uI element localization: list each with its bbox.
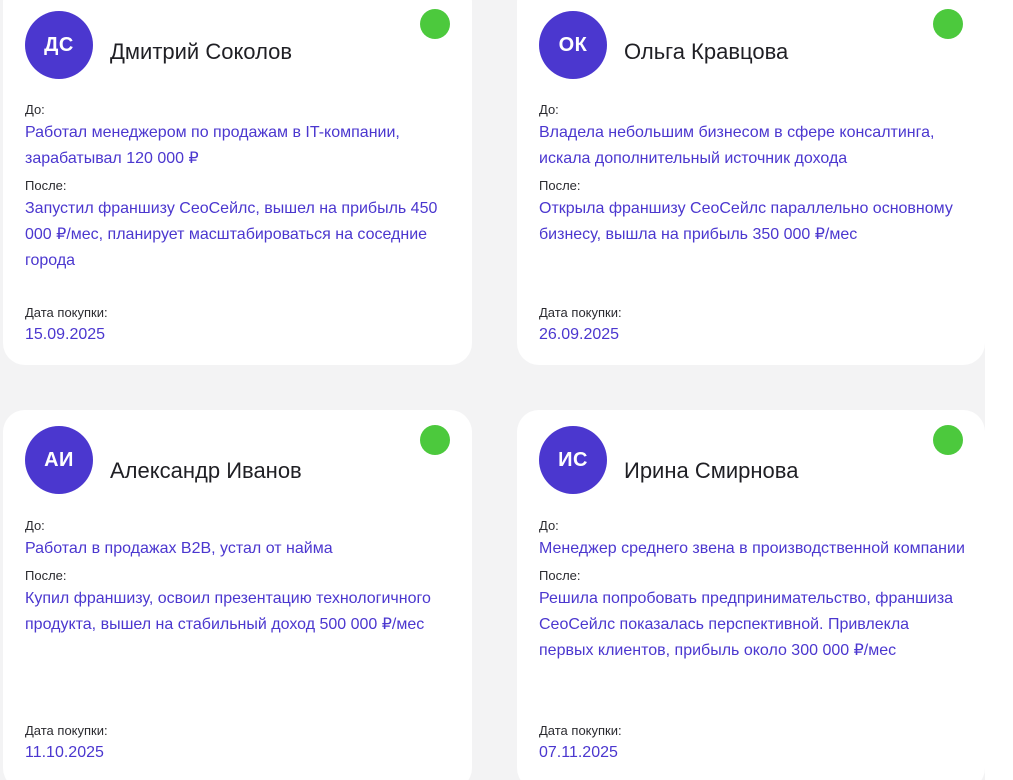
purchase-date: 11.10.2025 — [25, 744, 104, 761]
after-text: Открыла франшизу СеоСейлс параллельно ос… — [539, 200, 953, 243]
before-text: Работал менеджером по продажам в IT-комп… — [25, 124, 400, 167]
before-label: До: — [539, 102, 559, 117]
story-block: До: Менеджер среднего звена в производст… — [539, 518, 965, 664]
after-text: Решила попробовать предпринимательство, … — [539, 590, 954, 659]
client-name: Ольга Кравцова — [624, 39, 789, 64]
status-indicator — [420, 9, 450, 39]
before-label: До: — [25, 102, 45, 117]
before-text: Владела небольшим бизнесом в сфере конса… — [539, 124, 935, 167]
before-text: Менеджер среднего звена в производственн… — [539, 540, 965, 557]
client-name: Александр Иванов — [110, 458, 302, 483]
before-text: Работал в продажах B2B, устал от найма — [25, 540, 333, 557]
testimonial-card: ДС Дмитрий Соколов До: Работал менеджеро… — [3, 0, 472, 365]
story-block: До: Работал менеджером по продажам в IT-… — [25, 102, 452, 274]
page-edge — [985, 0, 1013, 780]
avatar: ОК — [539, 11, 607, 79]
testimonial-card: АИ Александр Иванов До: Работал в продаж… — [3, 410, 472, 780]
avatar: ИС — [539, 426, 607, 494]
purchase-date: 15.09.2025 — [25, 326, 106, 343]
purchase-date-label: Дата покупки: — [25, 305, 108, 320]
after-label: После: — [25, 568, 67, 583]
status-indicator — [933, 9, 963, 39]
purchase-date-block: Дата покупки: 15.09.2025 — [25, 305, 452, 346]
avatar: АИ — [25, 426, 93, 494]
after-text: Запустил франшизу СеоСейлс, вышел на при… — [25, 200, 438, 269]
purchase-date: 07.11.2025 — [539, 744, 618, 761]
testimonial-card: ОК Ольга Кравцова До: Владела небольшим … — [517, 0, 985, 365]
purchase-date-label: Дата покупки: — [25, 723, 108, 738]
after-label: После: — [539, 568, 581, 583]
before-label: До: — [25, 518, 45, 533]
purchase-date-block: Дата покупки: 07.11.2025 — [539, 723, 965, 764]
client-name: Ирина Смирнова — [624, 458, 799, 483]
status-indicator — [420, 425, 450, 455]
status-indicator — [933, 425, 963, 455]
testimonial-card: ИС Ирина Смирнова До: Менеджер среднего … — [517, 410, 985, 780]
after-label: После: — [539, 178, 581, 193]
purchase-date-block: Дата покупки: 11.10.2025 — [25, 723, 452, 764]
before-label: До: — [539, 518, 559, 533]
story-block: До: Работал в продажах B2B, устал от най… — [25, 518, 452, 638]
story-block: До: Владела небольшим бизнесом в сфере к… — [539, 102, 965, 248]
testimonials-grid: ДС Дмитрий Соколов До: Работал менеджеро… — [0, 0, 1013, 780]
client-name: Дмитрий Соколов — [110, 39, 293, 64]
avatar: ДС — [25, 11, 93, 79]
after-label: После: — [25, 178, 67, 193]
purchase-date-label: Дата покупки: — [539, 305, 622, 320]
purchase-date-label: Дата покупки: — [539, 723, 622, 738]
purchase-date-block: Дата покупки: 26.09.2025 — [539, 305, 965, 346]
purchase-date: 26.09.2025 — [539, 326, 620, 343]
after-text: Купил франшизу, освоил презентацию техно… — [25, 590, 431, 633]
